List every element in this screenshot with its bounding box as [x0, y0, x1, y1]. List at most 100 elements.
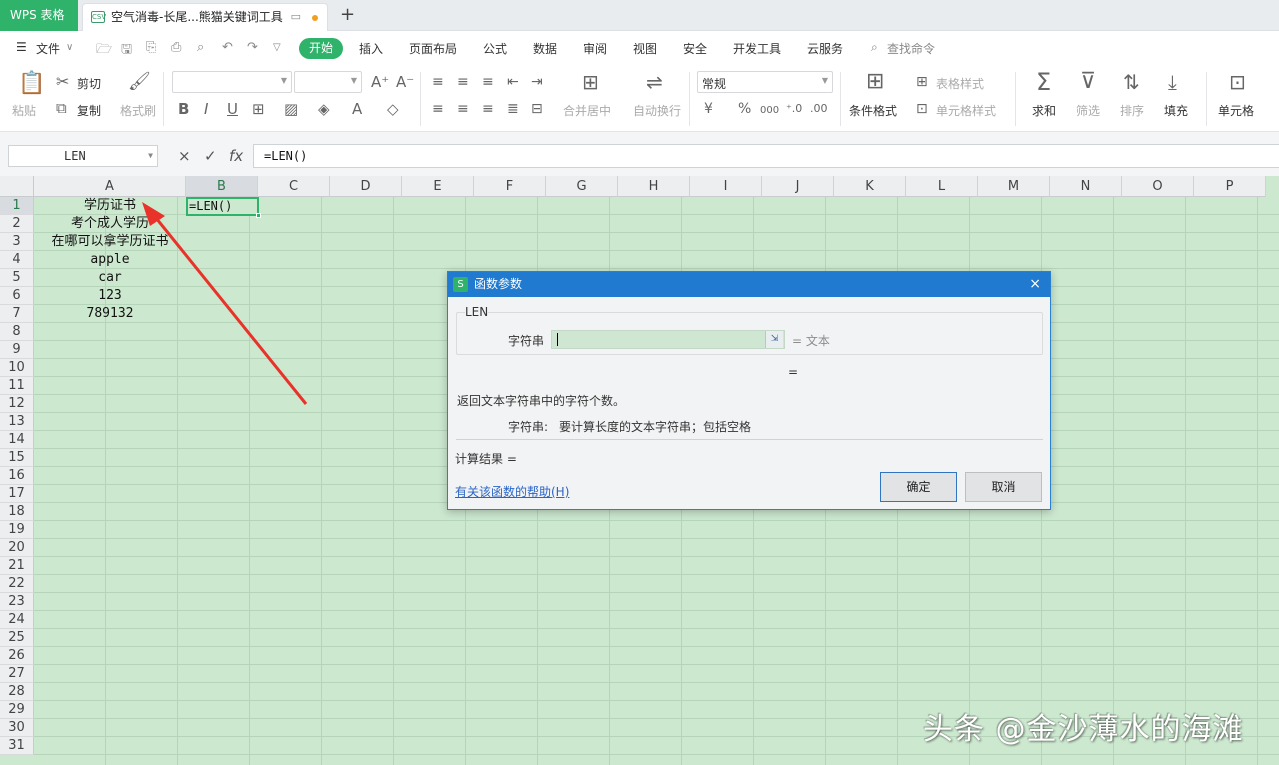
column-header-c[interactable]: C [258, 176, 330, 197]
merge-center-button[interactable]: 合并居中 [563, 102, 611, 119]
row-header-21[interactable]: 21 [0, 557, 34, 575]
sort-button[interactable]: 排序 [1120, 102, 1144, 119]
function-help-link[interactable]: 有关该函数的帮助(H) [455, 483, 569, 500]
close-icon[interactable]: × [1029, 272, 1041, 297]
align-middle-icon[interactable]: ≡ [457, 72, 469, 92]
percent-icon[interactable]: % [738, 99, 751, 119]
formula-input[interactable]: =LEN() [253, 144, 1279, 168]
row-header-4[interactable]: 4 [0, 251, 34, 269]
ok-button[interactable]: 确定 [880, 472, 957, 502]
open-icon[interactable]: 🗁 [96, 40, 112, 62]
menu-review[interactable]: 审阅 [583, 40, 607, 57]
export-icon[interactable]: ⎘ [146, 40, 156, 55]
menu-insert[interactable]: 插入 [359, 40, 383, 57]
merge-center-icon[interactable]: ⊞ [582, 72, 599, 92]
cut-button[interactable]: 剪切 [77, 75, 101, 92]
align-bottom-icon[interactable]: ≡ [482, 72, 494, 92]
conditional-format-button[interactable]: 条件格式 [849, 102, 897, 119]
cancel-icon[interactable]: × [178, 145, 191, 167]
bold-icon[interactable]: B [178, 99, 189, 119]
row-header-13[interactable]: 13 [0, 413, 34, 431]
cell-button[interactable]: 单元格 [1218, 102, 1254, 119]
cell-style-button[interactable]: 单元格样式 [936, 102, 996, 119]
table-style-icon[interactable]: ⊞ [916, 72, 928, 92]
increase-font-icon[interactable]: A⁺ [371, 72, 389, 92]
row-header-2[interactable]: 2 [0, 215, 34, 233]
align-left-icon[interactable]: ≡ [432, 99, 444, 119]
row-header-25[interactable]: 25 [0, 629, 34, 647]
save-icon[interactable]: 🖫 [121, 40, 132, 62]
column-header-p[interactable]: P [1194, 176, 1266, 197]
wrap-text-icon[interactable]: ⇌ [646, 72, 663, 92]
menu-security[interactable]: 安全 [683, 40, 707, 57]
menu-file[interactable]: 文件 [36, 40, 60, 57]
enter-icon[interactable]: ✓ [204, 145, 217, 167]
eraser-icon[interactable]: ◇ [387, 99, 399, 119]
filter-button[interactable]: 筛选 [1076, 102, 1100, 119]
menu-formula[interactable]: 公式 [483, 40, 507, 57]
chevron-down-icon[interactable]: ▼ [148, 146, 153, 166]
align-top-icon[interactable]: ≡ [432, 72, 444, 92]
column-header-m[interactable]: M [978, 176, 1050, 197]
search-command[interactable]: 查找命令 [887, 40, 935, 57]
menu-start[interactable]: 开始 [299, 38, 343, 59]
border-icon[interactable]: ⊞ [252, 99, 265, 119]
align-center-icon[interactable]: ≡ [457, 99, 469, 119]
column-header-a[interactable]: A [34, 176, 186, 197]
menu-dev-tools[interactable]: 开发工具 [733, 40, 781, 57]
row-header-14[interactable]: 14 [0, 431, 34, 449]
fill-button[interactable]: 填充 [1164, 102, 1188, 119]
column-header-f[interactable]: F [474, 176, 546, 197]
row-header-28[interactable]: 28 [0, 683, 34, 701]
column-header-l[interactable]: L [906, 176, 978, 197]
menu-data[interactable]: 数据 [533, 40, 557, 57]
paste-button[interactable]: 粘贴 [12, 102, 36, 119]
row-header-11[interactable]: 11 [0, 377, 34, 395]
copy-button[interactable]: 复制 [77, 102, 101, 119]
format-painter-icon[interactable]: 🖌 [128, 72, 151, 92]
row-header-24[interactable]: 24 [0, 611, 34, 629]
scissors-icon[interactable]: ✂ [56, 72, 69, 92]
sort-icon[interactable]: ⇅ [1123, 72, 1140, 92]
row-header-7[interactable]: 7 [0, 305, 34, 323]
column-header-j[interactable]: J [762, 176, 834, 197]
distribute-icon[interactable]: ⊟ [531, 99, 543, 119]
menu-icon[interactable]: ☰ [16, 40, 27, 54]
indent-increase-icon[interactable]: ⇥ [531, 72, 543, 92]
underline-icon[interactable]: U [227, 99, 238, 119]
column-header-h[interactable]: H [618, 176, 690, 197]
redo-icon[interactable]: ↷ [247, 40, 258, 55]
paste-icon[interactable]: 📋 [18, 73, 45, 95]
print-icon[interactable]: ⎙ [171, 40, 181, 55]
sum-button[interactable]: 求和 [1032, 102, 1056, 119]
row-header-17[interactable]: 17 [0, 485, 34, 503]
row-header-18[interactable]: 18 [0, 503, 34, 521]
menu-cloud[interactable]: 云服务 [807, 40, 843, 57]
menu-view[interactable]: 视图 [633, 40, 657, 57]
row-header-9[interactable]: 9 [0, 341, 34, 359]
filter-icon[interactable]: ⊽ [1080, 71, 1096, 93]
fx-icon[interactable]: fx [229, 145, 243, 167]
fill-color-icon[interactable]: ◈ [318, 99, 330, 119]
row-header-26[interactable]: 26 [0, 647, 34, 665]
sum-icon[interactable]: Σ [1036, 70, 1051, 94]
row-header-19[interactable]: 19 [0, 521, 34, 539]
column-header-g[interactable]: G [546, 176, 618, 197]
argument-input[interactable]: ⇲ [551, 330, 785, 349]
row-header-16[interactable]: 16 [0, 467, 34, 485]
font-color-icon[interactable]: A [352, 99, 362, 119]
copy-icon[interactable]: ⧉ [56, 98, 67, 118]
row-header-31[interactable]: 31 [0, 737, 34, 755]
row-header-5[interactable]: 5 [0, 269, 34, 287]
monitor-icon[interactable]: ▭ [291, 4, 301, 30]
menu-page-layout[interactable]: 页面布局 [409, 40, 457, 57]
column-header-i[interactable]: I [690, 176, 762, 197]
column-header-b[interactable]: B [186, 176, 258, 197]
select-all-corner[interactable] [0, 176, 34, 197]
column-header-k[interactable]: K [834, 176, 906, 197]
chevron-down-icon[interactable]: ∨ [66, 42, 73, 53]
font-name-combo[interactable]: ▼ [172, 71, 292, 93]
collapse-dialog-icon[interactable]: ⇲ [765, 331, 783, 348]
fill-icon[interactable]: ⤓ [1168, 72, 1177, 92]
new-tab-button[interactable]: + [340, 4, 355, 26]
